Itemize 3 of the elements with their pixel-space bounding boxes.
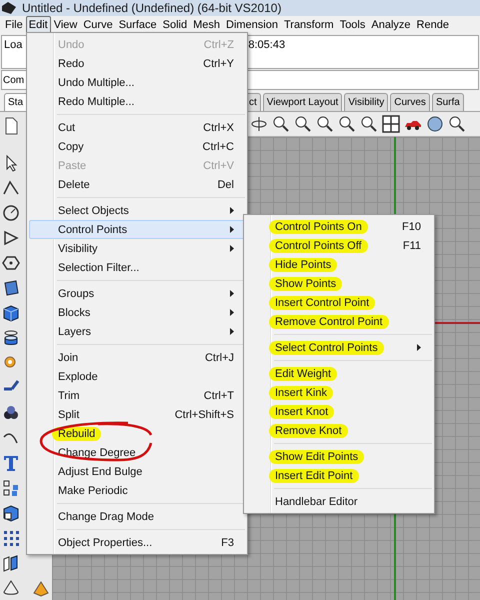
history-time: 8:05:43 [248,39,286,51]
history-text: Loa [4,39,22,51]
window-title: Untitled - Undefined (Undefined) (64-bit VS2010) [22,1,282,15]
